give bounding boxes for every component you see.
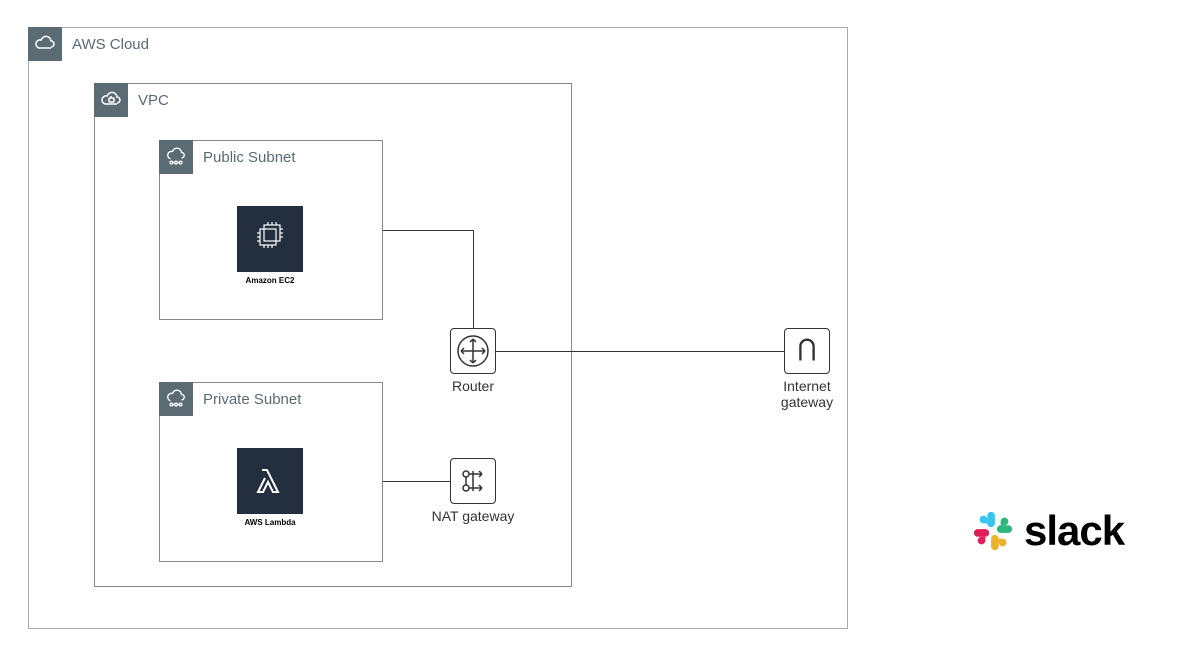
connector-public-to-router-h xyxy=(383,230,473,231)
lambda-label: AWS Lambda xyxy=(220,518,320,527)
slack-icon xyxy=(970,508,1016,554)
vpc-header: VPC xyxy=(94,83,169,117)
connector-private-to-nat xyxy=(383,481,450,482)
nat-gateway-icon xyxy=(450,458,496,504)
router-icon xyxy=(450,328,496,374)
public-subnet-header: Public Subnet xyxy=(159,140,296,174)
slack-wordmark: slack xyxy=(1024,507,1124,555)
lambda-service-icon xyxy=(237,448,303,514)
ec2-service-icon xyxy=(237,206,303,272)
cloud-icon xyxy=(28,27,62,61)
aws-cloud-header: AWS Cloud xyxy=(28,27,149,61)
connector-public-to-router-v xyxy=(473,230,474,328)
private-subnet-label: Private Subnet xyxy=(193,391,301,408)
connector-router-to-igw xyxy=(496,351,784,352)
vpc-icon xyxy=(94,83,128,117)
router-label: Router xyxy=(423,378,523,394)
public-subnet-label: Public Subnet xyxy=(193,149,296,166)
nat-gateway-label: NAT gateway xyxy=(423,508,523,524)
private-subnet-header: Private Subnet xyxy=(159,382,301,416)
vpc-label: VPC xyxy=(128,92,169,109)
public-subnet-icon xyxy=(159,140,193,174)
aws-cloud-label: AWS Cloud xyxy=(62,36,149,53)
ec2-label: Amazon EC2 xyxy=(220,276,320,285)
internet-gateway-icon xyxy=(784,328,830,374)
private-subnet-icon xyxy=(159,382,193,416)
slack-logo: slack xyxy=(970,507,1124,555)
internet-gateway-label: Internet gateway xyxy=(757,378,857,410)
